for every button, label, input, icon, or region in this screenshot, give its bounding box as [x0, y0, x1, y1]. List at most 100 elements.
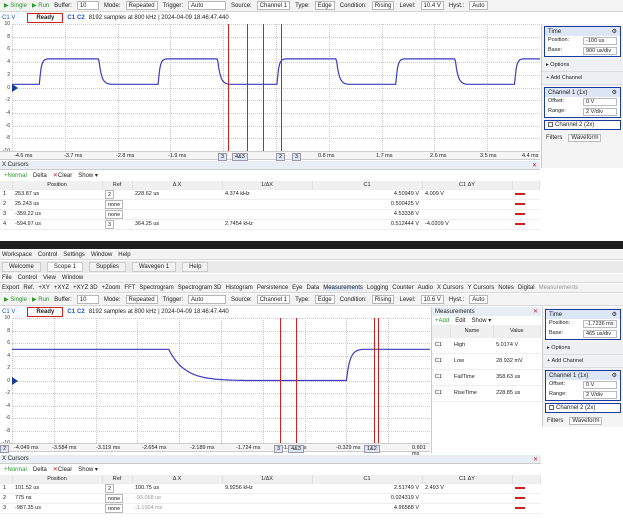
- table-row[interactable]: 2 775 ns none -93.058 us 0.024319 V: [0, 493, 541, 503]
- cursor-tag[interactable]: 2: [0, 445, 10, 453]
- range-input[interactable]: 2 V/div: [583, 391, 617, 399]
- top-oscilloscope-plot[interactable]: [12, 24, 540, 151]
- tool-item[interactable]: Histogram: [225, 285, 252, 291]
- delta-button[interactable]: Delta: [33, 173, 47, 179]
- time-settings-icon[interactable]: ⚙: [612, 311, 617, 318]
- tool-item[interactable]: Measurements: [323, 285, 363, 291]
- options-item[interactable]: ▸ Options: [543, 342, 623, 355]
- close-icon[interactable]: ✕: [533, 456, 538, 463]
- edit-measurement-button[interactable]: Edit: [455, 318, 465, 324]
- source-select[interactable]: Channel 1: [256, 295, 291, 304]
- show-measurement-button[interactable]: Show ▾: [472, 317, 492, 324]
- tool-item[interactable]: Spectrogram: [139, 285, 173, 291]
- waveform-tab[interactable]: Waveform: [568, 134, 602, 143]
- delta-button[interactable]: Delta: [33, 467, 47, 473]
- x-cursor-line[interactable]: [279, 318, 281, 443]
- app-tab[interactable]: Welcome: [2, 262, 41, 272]
- tool-item[interactable]: Data: [307, 285, 320, 291]
- tool-item[interactable]: +XYZ: [54, 285, 69, 291]
- x-cursor-line[interactable]: [246, 24, 248, 151]
- position-cell[interactable]: 101.52 us: [12, 483, 102, 493]
- base-input[interactable]: 900 us/div: [583, 47, 617, 55]
- scope-menu-item[interactable]: File: [2, 275, 12, 281]
- channel-offset-marker[interactable]: [12, 83, 18, 92]
- buffer-input[interactable]: 10: [76, 295, 99, 304]
- channel2-box[interactable]: Channel 2 (2x): [544, 120, 621, 131]
- close-icon[interactable]: ✕: [532, 162, 537, 169]
- position-cell[interactable]: -987.35 us: [12, 503, 102, 513]
- tool-item[interactable]: Digital: [518, 285, 535, 291]
- cursor-tag[interactable]: 4&3: [232, 153, 248, 161]
- cursor-tag[interactable]: 3: [292, 153, 302, 161]
- menu-item[interactable]: Workspace: [2, 252, 32, 258]
- range-input[interactable]: 2 V/div: [583, 108, 617, 116]
- table-row[interactable]: 1 101.52 us 2 100.75 us 9.9256 kHz 2.51749 V 2…: [0, 483, 541, 493]
- x-cursor-line[interactable]: [373, 318, 375, 443]
- source-select[interactable]: Channel 1: [256, 1, 291, 10]
- filters-tab[interactable]: Filters: [547, 418, 563, 424]
- remove-icon[interactable]: [515, 486, 525, 489]
- ref-cell[interactable]: none: [102, 503, 132, 513]
- normal-button[interactable]: +Normal: [4, 173, 27, 179]
- cursor-tag[interactable]: 3: [274, 445, 284, 453]
- position-input[interactable]: -1.7236 ms: [583, 320, 617, 328]
- tool-item[interactable]: Ref.: [23, 285, 34, 291]
- tool-item[interactable]: Logging: [367, 285, 388, 291]
- remove-icon[interactable]: [515, 222, 525, 225]
- x-cursor-line[interactable]: [296, 318, 298, 443]
- channel1-settings-icon[interactable]: ⚙: [612, 372, 617, 379]
- ref-cell[interactable]: none: [102, 493, 132, 503]
- scope-menu-item[interactable]: View: [43, 275, 56, 281]
- tool-item[interactable]: X Cursors: [437, 285, 464, 291]
- clear-button[interactable]: ✕Clear: [53, 466, 72, 473]
- hyst-select[interactable]: Auto: [469, 1, 488, 10]
- app-tab[interactable]: Wavegen 1: [131, 262, 177, 272]
- mode-select[interactable]: Repeated: [125, 295, 158, 304]
- menu-item[interactable]: Window: [91, 252, 112, 258]
- tool-item[interactable]: Measurements: [539, 285, 579, 291]
- measurement-row[interactable]: C1 High 5.0174 V: [432, 337, 541, 353]
- tool-item[interactable]: Y Cursors: [468, 285, 495, 291]
- buffer-input[interactable]: 10: [76, 1, 99, 10]
- position-cell[interactable]: 25.243 us: [12, 199, 102, 209]
- tool-item[interactable]: +XYZ 3D: [73, 285, 98, 291]
- tool-item[interactable]: Counter: [392, 285, 413, 291]
- position-input[interactable]: -100 us: [583, 37, 617, 45]
- bottom-oscilloscope-plot[interactable]: [12, 318, 430, 443]
- tool-item[interactable]: Notes: [498, 285, 514, 291]
- position-cell[interactable]: 253.87 us: [12, 189, 102, 199]
- app-tab[interactable]: Help: [182, 262, 209, 272]
- position-cell[interactable]: 775 ns: [12, 493, 102, 503]
- table-row[interactable]: 1 253.87 us 2 228.62 us 4.374 kHz 4.50949 V 4.…: [0, 189, 540, 199]
- run-button[interactable]: ▶ Run: [32, 2, 49, 9]
- filters-tab[interactable]: Filters: [546, 135, 562, 141]
- ref-cell[interactable]: 3: [102, 219, 132, 229]
- condition-select[interactable]: Rising: [371, 295, 395, 304]
- scope-menu-item[interactable]: Window: [62, 275, 83, 281]
- menu-item[interactable]: Help: [118, 252, 130, 258]
- cursor-tag[interactable]: 1&2: [364, 445, 380, 453]
- type-select[interactable]: Edge: [314, 295, 335, 304]
- measurement-row[interactable]: C1 RiseTime 228.85 us: [432, 385, 541, 401]
- show-button[interactable]: Show ▾: [78, 172, 98, 179]
- channel2-box[interactable]: Channel 2 (2x): [545, 403, 621, 414]
- position-cell[interactable]: -359.22 us: [12, 209, 102, 219]
- channel2-checkbox[interactable]: [549, 405, 554, 410]
- table-row[interactable]: 3 -987.35 us none -1.1004 ms 4.96588 V: [0, 503, 541, 513]
- x-cursor-line[interactable]: [262, 24, 264, 151]
- waveform-tab[interactable]: Waveform: [569, 417, 603, 426]
- single-button[interactable]: ▶ Single: [4, 2, 27, 9]
- tool-item[interactable]: +Zoom: [102, 285, 121, 291]
- single-button[interactable]: ▶ Single: [4, 296, 27, 303]
- measurement-row[interactable]: C1 Low 28.932 mV: [432, 353, 541, 369]
- channel2-checkbox[interactable]: [548, 122, 553, 127]
- level-input[interactable]: 10.4 V: [420, 1, 444, 10]
- tool-item[interactable]: Export: [2, 285, 19, 291]
- hyst-select[interactable]: Auto: [469, 295, 488, 304]
- mode-select[interactable]: Repeated: [125, 1, 158, 10]
- trigger-select[interactable]: Auto: [188, 295, 227, 304]
- remove-icon[interactable]: [515, 192, 525, 195]
- table-row[interactable]: 4 -594.97 us 3 364.25 us 2.7454 kHz 0.512444 …: [0, 219, 540, 229]
- ref-cell[interactable]: none: [102, 209, 132, 219]
- tool-item[interactable]: Spectrogram 3D: [178, 285, 222, 291]
